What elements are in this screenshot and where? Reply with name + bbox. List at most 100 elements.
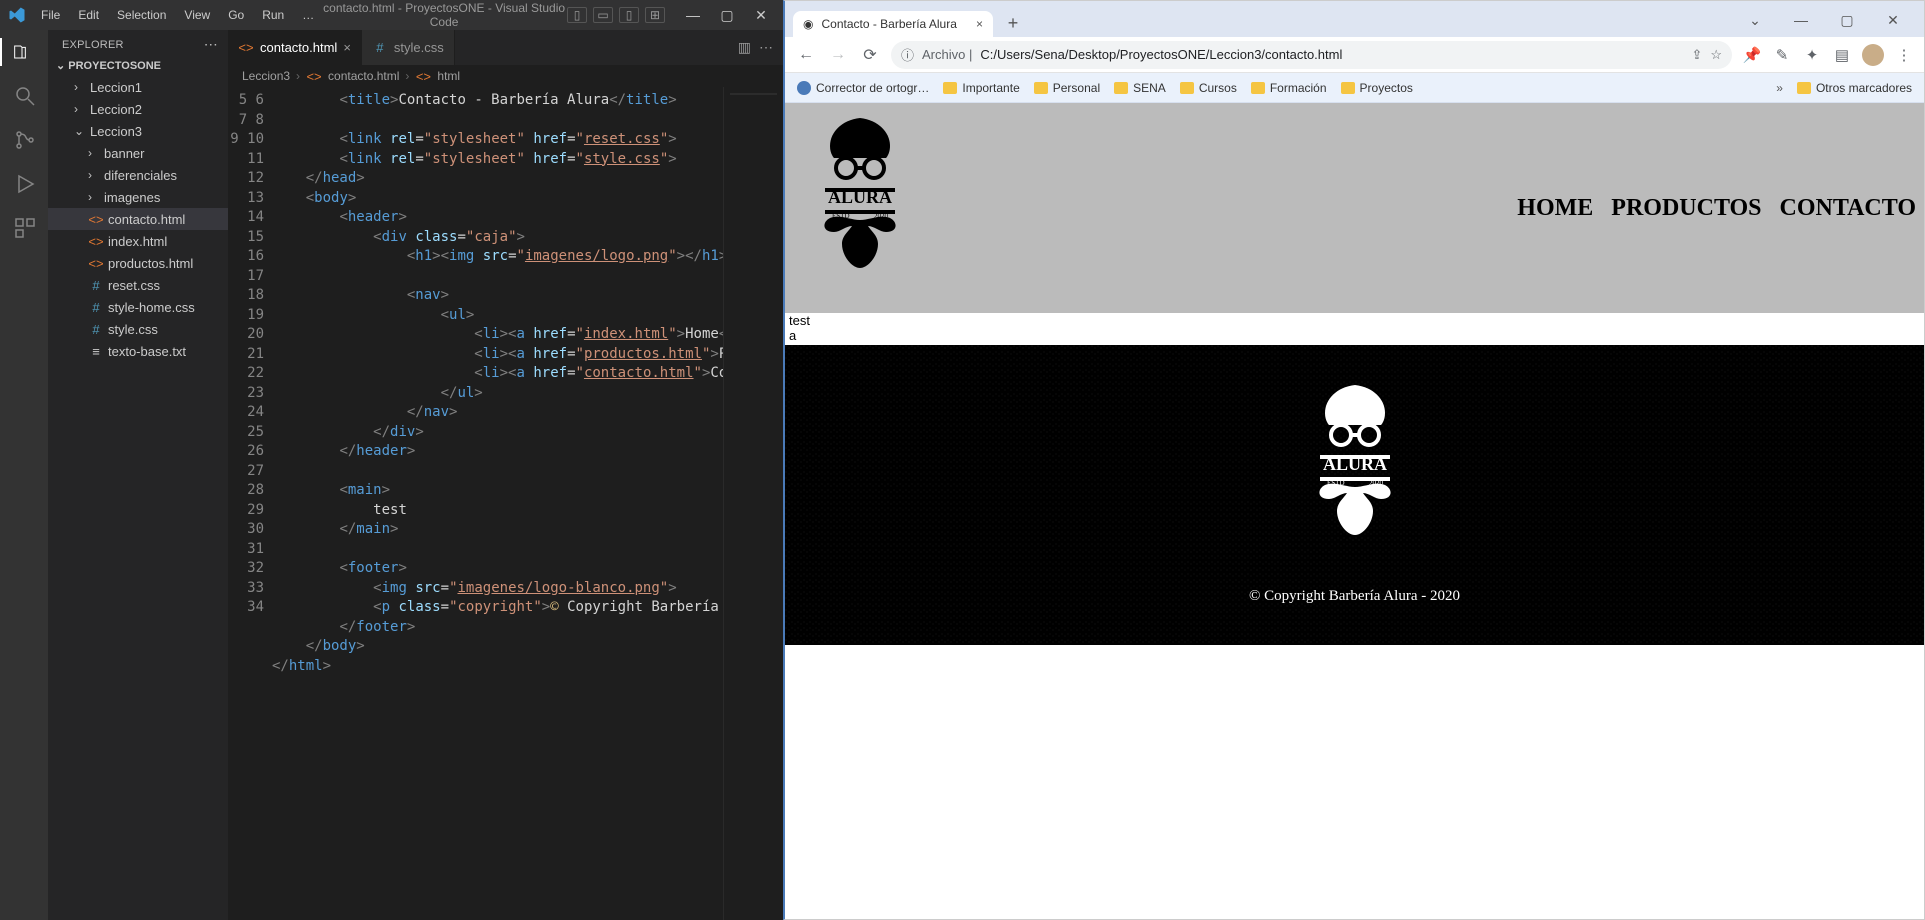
file-textobase[interactable]: ≡texto-base.txt: [48, 340, 228, 362]
menu-file[interactable]: File: [34, 8, 67, 22]
back-button[interactable]: ←: [795, 46, 817, 64]
url-text: C:/Users/Sena/Desktop/ProyectosONE/Lecci…: [980, 47, 1342, 62]
chrome-window: ◉ Contacto - Barbería Alura × + ⌄ — ▢ ✕ …: [783, 0, 1925, 920]
window-close-icon[interactable]: ✕: [747, 7, 775, 24]
tab-style[interactable]: #style.css: [362, 30, 455, 65]
nav-contacto[interactable]: CONTACTO: [1780, 195, 1916, 222]
pin-icon[interactable]: 📌: [1742, 46, 1762, 64]
profile-avatar[interactable]: [1862, 44, 1884, 66]
menu-selection[interactable]: Selection: [110, 8, 173, 22]
more-icon[interactable]: ⋯: [759, 39, 773, 56]
url-prefix: Archivo |: [922, 47, 972, 62]
file-tree: ›Leccion1 ›Leccion2 ⌄Leccion3 ›banner ›d…: [48, 74, 228, 364]
close-icon[interactable]: ×: [343, 40, 351, 55]
bookmarks-overflow-icon[interactable]: »: [1776, 81, 1783, 95]
sidepanel-icon[interactable]: ▤: [1832, 46, 1852, 64]
svg-text:ALURA: ALURA: [1322, 454, 1386, 474]
menu-view[interactable]: View: [177, 8, 217, 22]
project-root[interactable]: PROYECTOSONE: [48, 57, 228, 74]
bookmark-spell[interactable]: Corrector de ortogr…: [797, 81, 929, 95]
site-header: ALURA ESTD 2020 HOME PRODUCTOS CONTACTO: [785, 103, 1924, 313]
bookmark-formacion[interactable]: Formación: [1251, 81, 1327, 95]
menu-run[interactable]: Run: [255, 8, 291, 22]
bookmark-star-icon[interactable]: ☆: [1710, 47, 1722, 63]
menu-go[interactable]: Go: [221, 8, 251, 22]
minimap[interactable]: [723, 87, 783, 920]
folder-leccion2[interactable]: ›Leccion2: [48, 98, 228, 120]
chrome-tab[interactable]: ◉ Contacto - Barbería Alura ×: [793, 11, 993, 37]
site-footer: ALURA ESTD 2020 © Copyright Barbería Alu…: [785, 345, 1924, 645]
footer-copyright: © Copyright Barbería Alura - 2020: [785, 588, 1924, 605]
bookmark-importante[interactable]: Importante: [943, 81, 1019, 95]
file-reset[interactable]: #reset.css: [48, 274, 228, 296]
bookmark-cursos[interactable]: Cursos: [1180, 81, 1237, 95]
folder-leccion3[interactable]: ⌄Leccion3: [48, 120, 228, 142]
site-main: test a: [785, 313, 1924, 345]
folder-leccion1[interactable]: ›Leccion1: [48, 76, 228, 98]
clip-icon[interactable]: ✎: [1772, 46, 1792, 64]
window-minimize-icon[interactable]: —: [1782, 12, 1820, 29]
split-editor-icon[interactable]: ▥: [738, 39, 751, 56]
layout-icon[interactable]: ▭: [593, 7, 613, 23]
extensions-puzzle-icon[interactable]: ✦: [1802, 46, 1822, 64]
chrome-chevron-icon[interactable]: ⌄: [1736, 12, 1774, 29]
window-maximize-icon[interactable]: ▢: [1828, 12, 1866, 29]
info-icon: ⓘ: [901, 45, 914, 64]
file-index[interactable]: <>index.html: [48, 230, 228, 252]
layout-icon[interactable]: ⊞: [645, 7, 665, 23]
forward-button[interactable]: →: [827, 46, 849, 64]
folder-imagenes[interactable]: ›imagenes: [48, 186, 228, 208]
activity-bar: [0, 30, 48, 920]
nav-home[interactable]: HOME: [1517, 195, 1593, 222]
layout-icon[interactable]: ▯: [567, 7, 587, 23]
bookmarks-bar: Corrector de ortogr… Importante Personal…: [785, 73, 1924, 103]
vscode-window: File Edit Selection View Go Run … contac…: [0, 0, 783, 920]
svg-text:ALURA: ALURA: [828, 187, 892, 207]
file-contacto[interactable]: <>contacto.html: [48, 208, 228, 230]
code-editor[interactable]: <title>Contacto - Barbería Alura</title>…: [272, 87, 723, 920]
extensions-icon[interactable]: [10, 214, 38, 242]
favicon-icon: ◉: [803, 17, 813, 31]
site-logo: ALURA ESTD 2020: [810, 113, 910, 303]
body-text-a: a: [789, 328, 1924, 343]
editor-tabs: <>contacto.html× #style.css ▥ ⋯: [228, 30, 783, 65]
chrome-toolbar: ← → ⟳ ⓘ Archivo | C:/Users/Sena/Desktop/…: [785, 37, 1924, 73]
reload-button[interactable]: ⟳: [859, 45, 881, 65]
bookmark-otros[interactable]: Otros marcadores: [1797, 81, 1912, 95]
tab-contacto[interactable]: <>contacto.html×: [228, 30, 362, 65]
file-stylecss[interactable]: #style.css: [48, 318, 228, 340]
source-control-icon[interactable]: [10, 126, 38, 154]
explorer-icon[interactable]: [0, 38, 28, 66]
explorer-sidebar: EXPLORER ⋯ PROYECTOSONE ›Leccion1 ›Lecci…: [48, 30, 228, 920]
menu-edit[interactable]: Edit: [71, 8, 106, 22]
file-productos[interactable]: <>productos.html: [48, 252, 228, 274]
rendered-page: ALURA ESTD 2020 HOME PRODUCTOS CONTACTO …: [785, 103, 1924, 919]
window-close-icon[interactable]: ✕: [1874, 12, 1912, 29]
window-maximize-icon[interactable]: ▢: [713, 7, 741, 24]
search-icon[interactable]: [10, 82, 38, 110]
file-stylehome[interactable]: #style-home.css: [48, 296, 228, 318]
chrome-tab-title: Contacto - Barbería Alura: [821, 17, 956, 31]
nav-productos[interactable]: PRODUCTOS: [1611, 195, 1761, 222]
breadcrumb[interactable]: Leccion3› <>contacto.html› <>html: [228, 65, 783, 87]
folder-banner[interactable]: ›banner: [48, 142, 228, 164]
omnibox[interactable]: ⓘ Archivo | C:/Users/Sena/Desktop/Proyec…: [891, 41, 1732, 69]
explorer-more-icon[interactable]: ⋯: [204, 36, 218, 53]
share-icon[interactable]: ⇪: [1691, 47, 1702, 63]
folder-icon: [943, 82, 957, 94]
window-minimize-icon[interactable]: —: [679, 7, 707, 23]
menu-more[interactable]: …: [295, 8, 321, 22]
site-nav: HOME PRODUCTOS CONTACTO: [1517, 195, 1924, 222]
new-tab-button[interactable]: +: [999, 9, 1027, 37]
footer-logo: ALURA ESTD 2020: [1305, 385, 1405, 565]
folder-diferenciales[interactable]: ›diferenciales: [48, 164, 228, 186]
bookmark-sena[interactable]: SENA: [1114, 81, 1166, 95]
bookmark-personal[interactable]: Personal: [1034, 81, 1100, 95]
bookmark-proyectos[interactable]: Proyectos: [1341, 81, 1413, 95]
run-debug-icon[interactable]: [10, 170, 38, 198]
chrome-menu-icon[interactable]: ⋮: [1894, 46, 1914, 64]
window-title: contacto.html - ProyectosONE - Visual St…: [321, 1, 567, 29]
layout-icon[interactable]: ▯: [619, 7, 639, 23]
close-icon[interactable]: ×: [976, 17, 983, 31]
line-number-gutter: 5 6 7 8 9 10 11 12 13 14 15 16 17 18 19 …: [228, 87, 272, 920]
